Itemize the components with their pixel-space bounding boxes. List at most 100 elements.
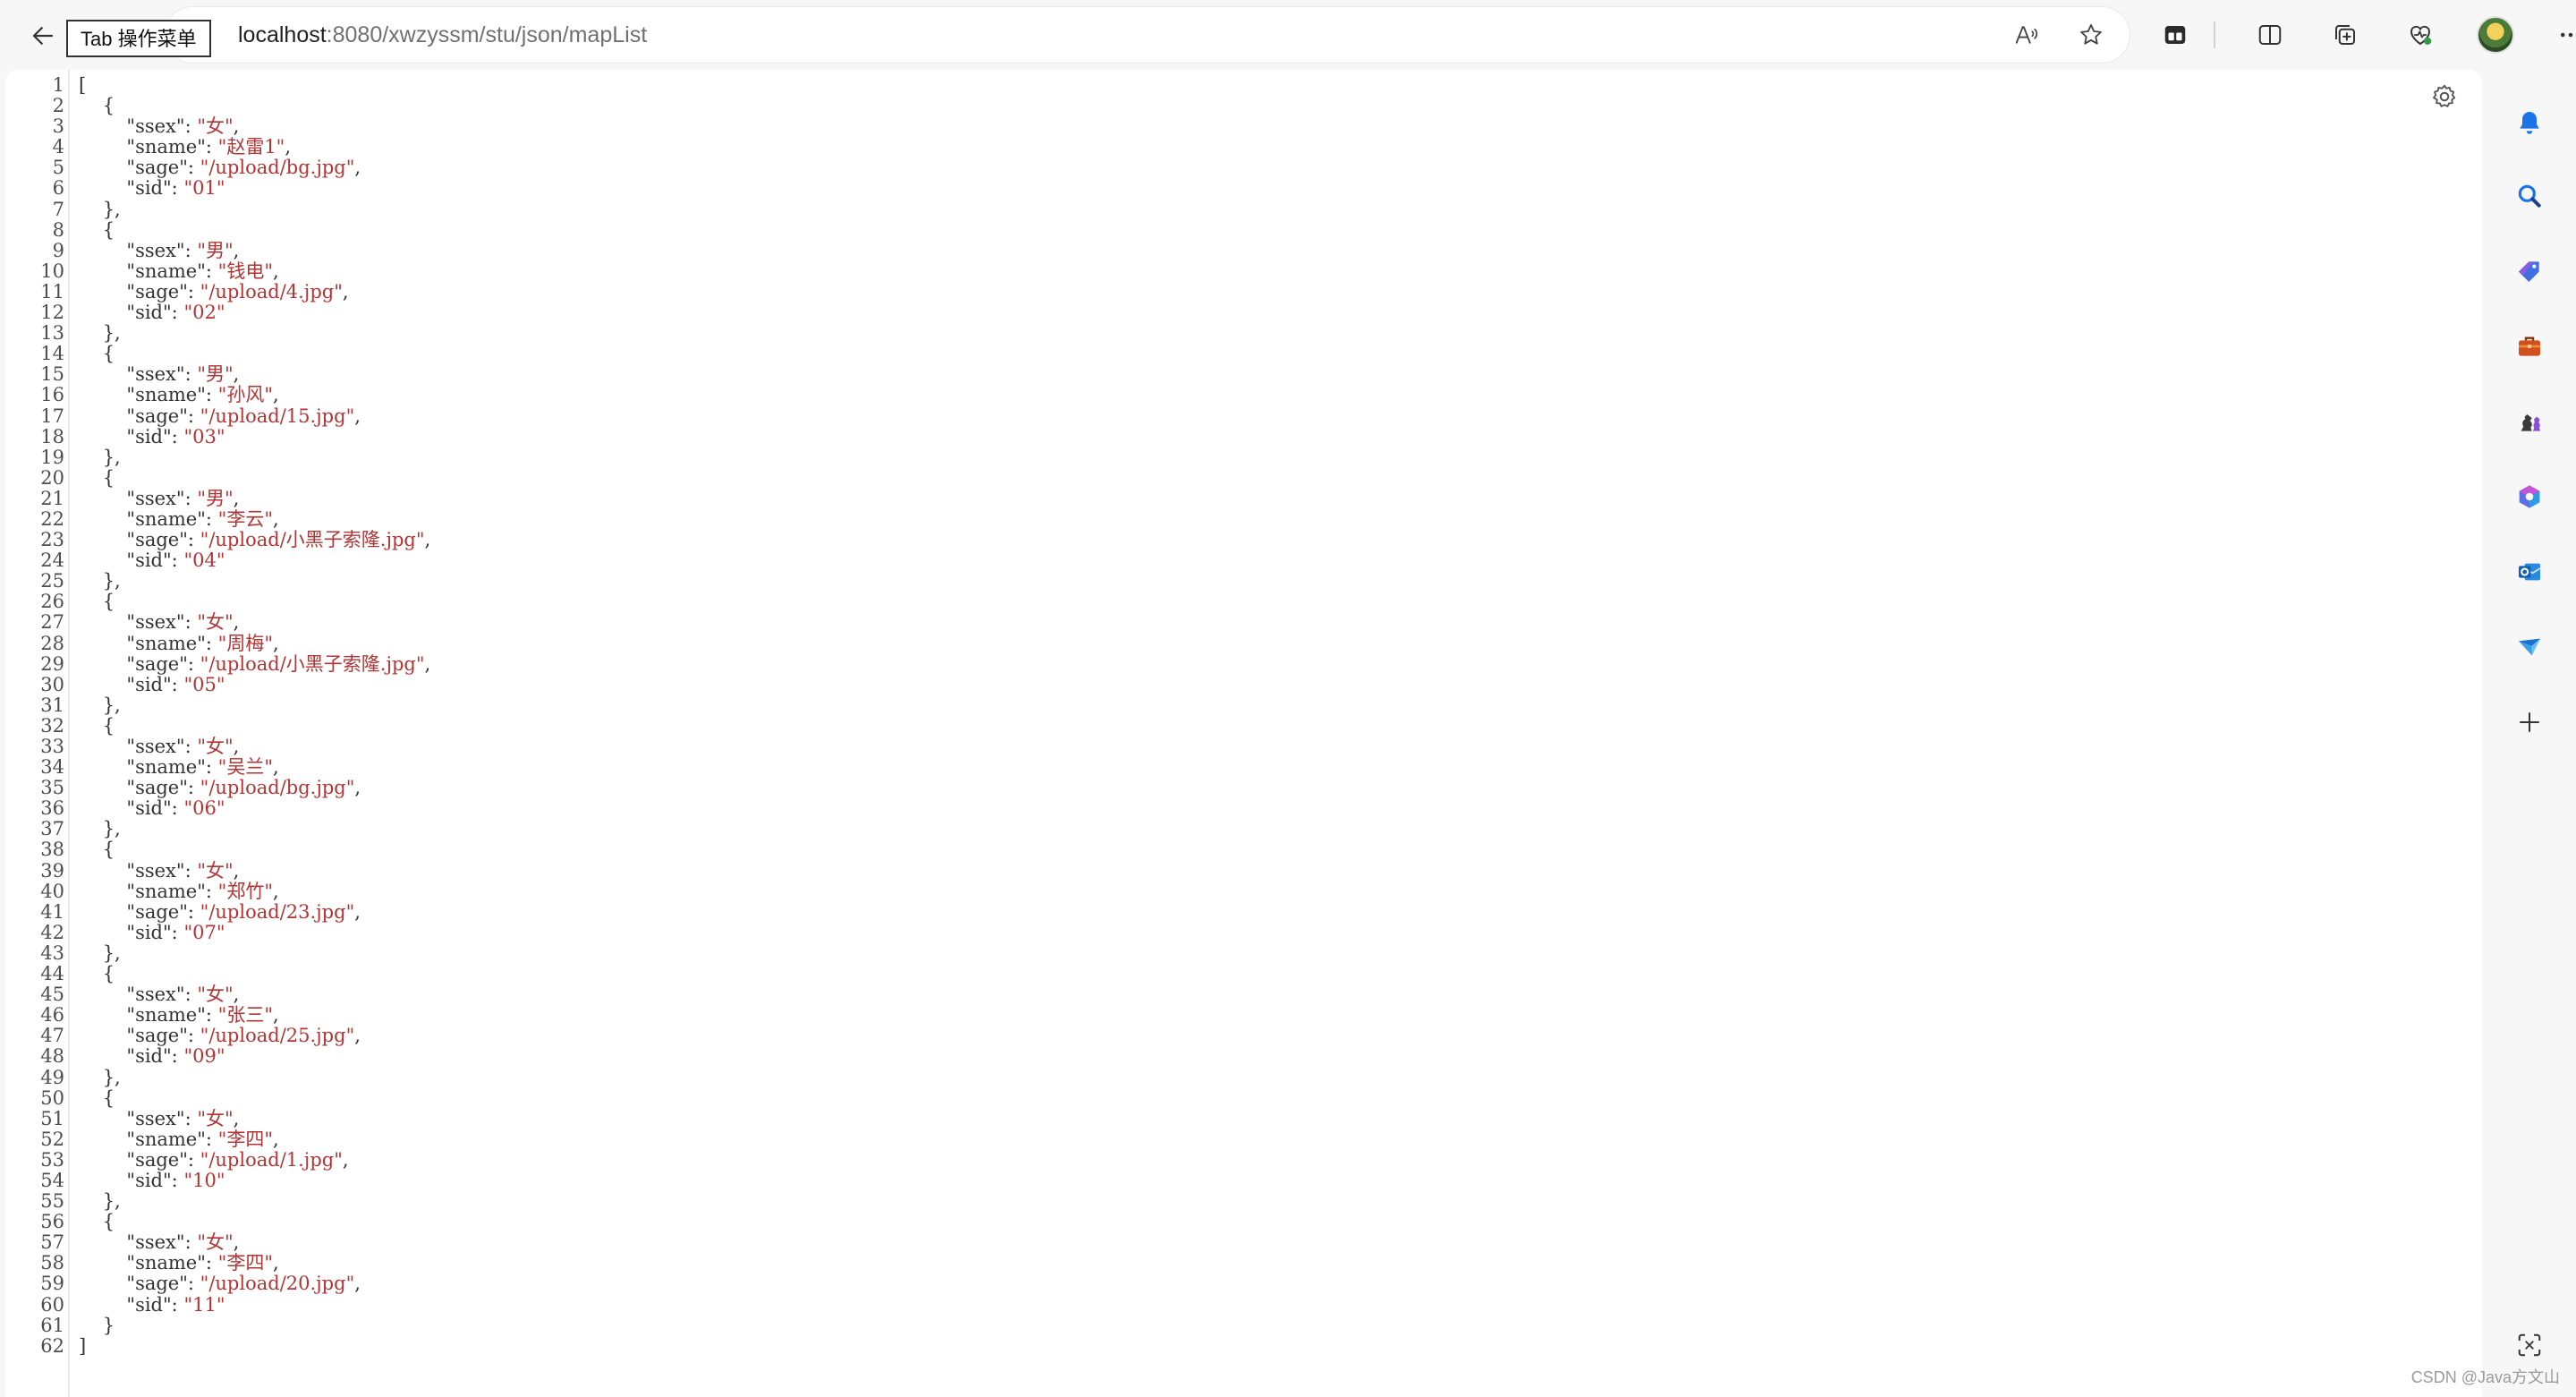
url-host: localhost — [238, 22, 327, 47]
viewer-settings-button[interactable] — [2427, 79, 2462, 115]
json-key: "sid" — [126, 425, 172, 447]
json-value: "/upload/bg.jpg" — [200, 157, 355, 179]
json-value: "男" — [197, 239, 234, 261]
collections-icon — [2335, 25, 2355, 45]
json-value: "/upload/bg.jpg" — [200, 777, 355, 799]
sidebar-item-search[interactable] — [2509, 175, 2550, 217]
json-key: "sname" — [126, 1004, 206, 1026]
json-value: "09" — [183, 1045, 225, 1068]
sidebar-item-outlook[interactable] — [2509, 551, 2550, 592]
collections-button[interactable] — [2326, 16, 2364, 54]
split-screen-button[interactable] — [2251, 16, 2289, 54]
json-key: "sage" — [126, 777, 188, 799]
json-value: "/upload/1.jpg" — [200, 1148, 343, 1171]
json-key: "sage" — [126, 1025, 188, 1047]
line-numbers: 1 2 3 4 5 6 7 8 9 10 11 12 13 14 15 16 1… — [40, 74, 64, 1357]
json-value: "/upload/4.jpg" — [200, 280, 343, 302]
json-key: "ssex" — [126, 239, 185, 261]
json-value: "孙风" — [217, 384, 273, 406]
sidebar-item-drop[interactable] — [2509, 626, 2550, 668]
json-key: "sage" — [126, 652, 188, 675]
sidebar-item-office[interactable] — [2509, 476, 2550, 517]
json-value: "女" — [197, 1231, 234, 1254]
browser-essentials-button[interactable] — [2402, 16, 2439, 54]
json-key: "ssex" — [126, 363, 185, 386]
sidebar-item-shopping[interactable] — [2509, 251, 2550, 292]
profile-avatar[interactable] — [2477, 16, 2514, 54]
sidebar-item-notifications[interactable] — [2509, 102, 2550, 143]
json-value: "赵雷1" — [217, 136, 285, 158]
json-key: "sage" — [126, 1148, 188, 1171]
json-value: "张三" — [217, 1004, 273, 1026]
tools-briefcase-icon — [2519, 336, 2540, 356]
json-key: "ssex" — [126, 115, 185, 138]
office-icon — [2519, 485, 2540, 508]
json-value: "11" — [183, 1293, 225, 1316]
json-key: "sid" — [126, 797, 172, 820]
read-aloud-icon — [2015, 26, 2038, 44]
json-value: "女" — [197, 115, 234, 138]
drop-icon — [2519, 638, 2540, 656]
split-screen-icon — [2258, 25, 2282, 45]
sidebar-item-tools[interactable] — [2509, 326, 2550, 367]
add-icon — [2520, 712, 2539, 732]
more-menu-button[interactable] — [2552, 16, 2576, 54]
json-key: "sname" — [126, 880, 206, 902]
shopping-tag-icon — [2519, 261, 2539, 282]
json-key: "sid" — [126, 177, 172, 200]
json-key: "sid" — [126, 1045, 172, 1068]
json-value: "女" — [197, 736, 234, 757]
json-key: "ssex" — [126, 859, 185, 882]
json-value: "03" — [183, 425, 225, 447]
json-value: "/upload/15.jpg" — [200, 405, 355, 427]
json-key: "sage" — [126, 157, 188, 179]
back-arrow-icon — [32, 27, 54, 45]
back-button[interactable] — [23, 16, 63, 55]
json-value: "郑竹" — [217, 880, 273, 902]
json-value: "02" — [183, 302, 225, 324]
url-text[interactable]: localhost:8080/xwzyssm/stu/json/mapList — [238, 7, 647, 63]
tab-actions-tooltip: Tab 操作菜单 — [66, 20, 211, 57]
more-menu-icon — [2561, 32, 2573, 38]
json-value: "/upload/23.jpg" — [200, 900, 355, 923]
json-key: "sname" — [126, 507, 206, 530]
tabs-overview-button[interactable] — [2156, 16, 2194, 54]
outlook-icon — [2519, 563, 2541, 581]
json-key: "ssex" — [126, 1107, 185, 1129]
json-value: "李四" — [217, 1252, 273, 1274]
json-value: "钱电" — [217, 260, 273, 282]
favorite-button[interactable] — [2072, 16, 2110, 54]
json-value: "/upload/25.jpg" — [200, 1025, 355, 1047]
json-value: "李四" — [217, 1128, 273, 1150]
url-path: :8080/xwzyssm/stu/json/mapList — [326, 22, 648, 47]
json-value: "/upload/小黑子索隆.jpg" — [200, 529, 425, 551]
json-key: "sname" — [126, 1252, 206, 1274]
json-value: "06" — [183, 797, 225, 820]
json-key: "ssex" — [126, 984, 185, 1006]
browser-essentials-icon — [2410, 25, 2432, 46]
json-key: "sage" — [126, 529, 188, 551]
address-bar[interactable]: localhost:8080/xwzyssm/stu/json/mapList — [165, 7, 2130, 63]
json-content[interactable]: [ { "ssex": "女", "sname": "赵雷1", "sage":… — [79, 74, 430, 1357]
json-key: "sage" — [126, 405, 188, 427]
json-value: "女" — [197, 611, 234, 634]
json-value: "女" — [197, 984, 234, 1006]
json-key: "sname" — [126, 384, 206, 406]
json-key: "sname" — [126, 756, 206, 779]
json-key: "sname" — [126, 136, 206, 158]
json-key: "sage" — [126, 900, 188, 923]
sidebar-add-button[interactable] — [2509, 702, 2550, 743]
read-aloud-button[interactable] — [2008, 16, 2045, 54]
json-key: "sid" — [126, 1169, 172, 1191]
sidebar-screenshot-button[interactable] — [2509, 1325, 2550, 1366]
json-value: "10" — [183, 1169, 225, 1191]
json-key: "ssex" — [126, 487, 185, 509]
browser-toolbar: localhost:8080/xwzyssm/stu/json/mapList — [0, 0, 2576, 70]
watermark: CSDN @Java方文山 — [2410, 1368, 2560, 1386]
games-chess-icon — [2521, 414, 2540, 431]
bell-icon — [2520, 112, 2539, 134]
json-value: "男" — [197, 487, 234, 509]
json-value: "/upload/20.jpg" — [200, 1273, 355, 1295]
sidebar-item-games[interactable] — [2509, 401, 2550, 442]
json-key: "sname" — [126, 1128, 206, 1150]
